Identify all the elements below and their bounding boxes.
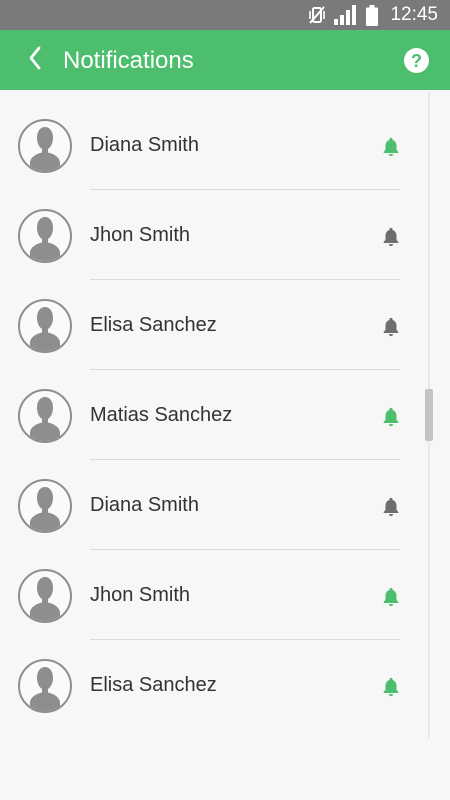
bell-on-icon[interactable] — [380, 406, 402, 428]
bell-on-icon[interactable] — [380, 586, 402, 608]
help-icon: ? — [411, 50, 422, 71]
avatar — [18, 299, 72, 353]
contact-name: Elisa Sanchez — [90, 674, 217, 696]
avatar — [18, 119, 72, 173]
contact-list: Diana Smith Jhon Smith Elisa Sanchez Matias… — [0, 100, 428, 730]
avatar — [18, 209, 72, 263]
bell-on-icon[interactable] — [380, 676, 402, 698]
vibrate-muted-icon — [308, 5, 326, 25]
contact-name: Elisa Sanchez — [90, 314, 217, 336]
bell-off-icon[interactable] — [380, 226, 402, 248]
status-icons: 12:45 — [308, 0, 438, 30]
contact-name: Diana Smith — [90, 494, 199, 516]
bell-off-icon[interactable] — [380, 316, 402, 338]
contact-row[interactable]: Elisa Sanchez — [0, 640, 428, 730]
contact-name: Jhon Smith — [90, 584, 191, 606]
signal-icon — [334, 5, 358, 25]
chevron-left-icon — [28, 46, 42, 75]
bell-off-icon[interactable] — [380, 496, 402, 518]
status-bar: 12:45 — [0, 0, 450, 30]
scrollbar-thumb[interactable] — [425, 389, 433, 441]
contact-row[interactable]: Jhon Smith — [0, 550, 428, 640]
avatar — [18, 389, 72, 443]
clock: 12:45 — [390, 4, 438, 25]
contact-name: Jhon Smith — [90, 224, 191, 246]
page-title: Notifications — [63, 47, 194, 74]
avatar — [18, 659, 72, 713]
contact-name: Diana Smith — [90, 134, 199, 156]
avatar — [18, 569, 72, 623]
contact-row[interactable]: Diana Smith — [0, 460, 428, 550]
back-button[interactable] — [20, 45, 50, 75]
contact-name: Matias Sanchez — [90, 404, 233, 426]
contact-row[interactable]: Jhon Smith — [0, 190, 428, 280]
bell-on-icon[interactable] — [380, 136, 402, 158]
contact-row[interactable]: Diana Smith — [0, 100, 428, 190]
battery-icon — [366, 4, 379, 26]
contact-row[interactable]: Elisa Sanchez — [0, 280, 428, 370]
avatar — [18, 479, 72, 533]
help-button[interactable]: ? — [404, 48, 429, 73]
contact-row[interactable]: Matias Sanchez — [0, 370, 428, 460]
app-bar: Notifications ? — [0, 30, 450, 90]
